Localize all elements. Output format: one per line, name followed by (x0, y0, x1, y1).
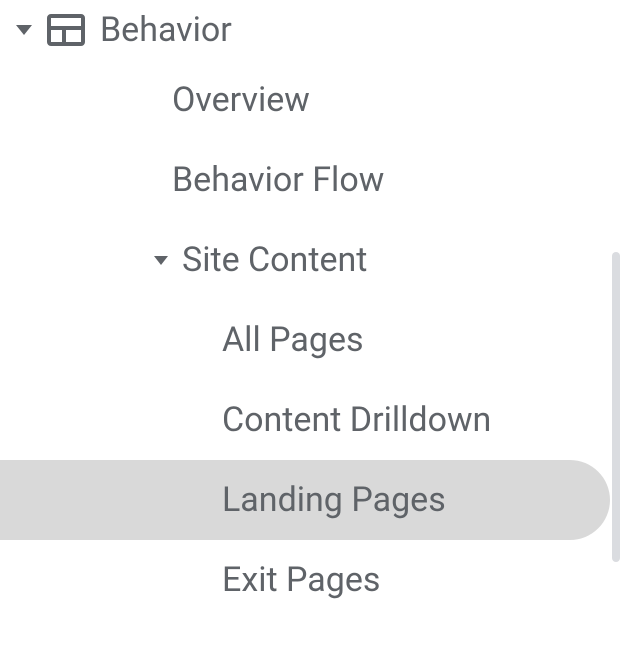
nav-item-label: Overview (172, 80, 310, 120)
scrollbar[interactable] (612, 252, 620, 562)
nav-subitem-exit-pages[interactable]: Exit Pages (0, 540, 620, 620)
nav-subitem-all-pages[interactable]: All Pages (0, 300, 620, 380)
nav-section-behavior[interactable]: Behavior (0, 0, 620, 60)
nav-subitem-content-drilldown[interactable]: Content Drilldown (0, 380, 620, 460)
caret-down-icon (154, 256, 168, 265)
behavior-icon (46, 13, 86, 47)
nav-subitem-label: Content Drilldown (222, 400, 491, 440)
caret-down-icon (16, 25, 32, 35)
nav-subitem-label: Exit Pages (222, 560, 380, 600)
nav-item-overview[interactable]: Overview (0, 60, 620, 140)
nav-subsection-label: Site Content (182, 240, 367, 280)
nav-subsection-site-content[interactable]: Site Content (0, 220, 620, 300)
nav-subitem-label: Landing Pages (222, 480, 446, 520)
nav-subitem-landing-pages[interactable]: Landing Pages (0, 460, 610, 540)
section-label: Behavior (100, 10, 232, 50)
nav-item-behavior-flow[interactable]: Behavior Flow (0, 140, 620, 220)
nav-item-label: Behavior Flow (172, 160, 384, 200)
nav-subitem-label: All Pages (222, 320, 364, 360)
